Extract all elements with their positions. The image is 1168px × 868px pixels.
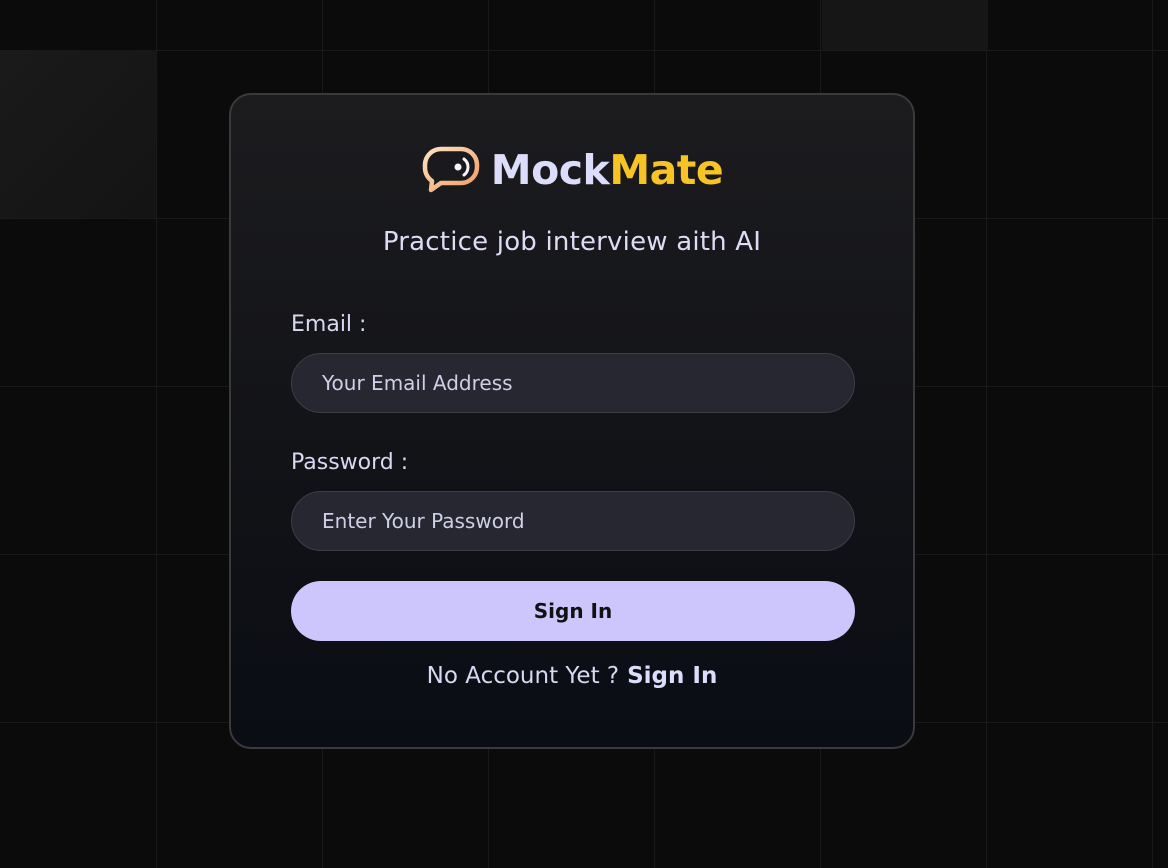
password-label: Password : — [291, 450, 409, 475]
chat-bubble-sound-icon — [422, 146, 480, 193]
sign-in-button[interactable]: Sign In — [291, 581, 855, 641]
brand-name-mock: Mock — [490, 145, 610, 194]
tagline: Practice job interview aith AI — [382, 227, 762, 257]
password-field[interactable] — [291, 491, 855, 551]
sign-in-link[interactable]: Sign In — [627, 663, 717, 689]
email-field[interactable] — [291, 353, 855, 413]
brand-name-mate: Mate — [609, 145, 724, 194]
signup-prompt: No Account Yet ? Sign In — [231, 663, 913, 689]
brand-name: MockMate — [491, 149, 724, 191]
login-card: MockMate Practice job interview aith AI … — [229, 93, 915, 749]
email-label: Email : — [291, 312, 367, 337]
background-tile — [822, 0, 988, 50]
brand-logo: MockMate — [231, 145, 913, 195]
no-account-text: No Account Yet ? — [426, 663, 620, 689]
background-tile — [0, 50, 156, 218]
